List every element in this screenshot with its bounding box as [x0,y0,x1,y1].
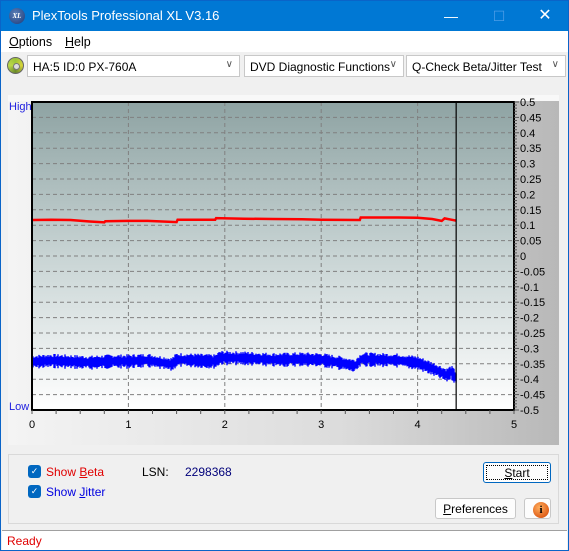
close-button[interactable]: ✕ [522,1,568,31]
y-tick-label: 0.45 [520,112,541,124]
start-button[interactable]: Start [483,462,551,483]
chevron-down-icon: ∨ [225,59,233,70]
y-tick-label: 0.05 [520,236,541,248]
app-window: XL PlexTools Professional XL V3.16 — ☐ ✕… [0,0,569,551]
y-tick-label: -0.3 [520,343,539,355]
y-tick-label: 0.3 [520,159,535,171]
minimize-button[interactable]: — [428,1,474,31]
y-tick-label: 0.5 [520,97,535,109]
y-tick-label: -0.45 [520,390,545,402]
show-jitter-checkbox[interactable]: ✓ [28,485,41,498]
beta-jitter-chart: 0.5 0.45 0.4 0.35 0.3 0.25 0.2 0.15 0.1 0.05 0 -0.0… [29,97,545,431]
menu-bar: Options Help [1,31,568,52]
lsn-value: 2298368 [185,465,232,479]
function-select[interactable]: DVD Diagnostic Functions ∨ [244,55,404,77]
test-select[interactable]: Q-Check Beta/Jitter Test ∨ [406,55,566,77]
x-tick-label: 5 [511,419,517,431]
y-tick-label: -0.4 [520,374,539,386]
drive-select[interactable]: HA:5 ID:0 PX-760A ∨ [27,55,240,77]
y-tick-label: -0.35 [520,359,545,371]
chevron-down-icon: ∨ [389,59,397,70]
toolbar: HA:5 ID:0 PX-760A ∨ DVD Diagnostic Funct… [1,52,568,80]
show-beta-label[interactable]: Show Beta [46,465,104,479]
y-tick-label: 0.2 [520,189,535,201]
x-tick-label: 1 [125,419,131,431]
show-beta-checkbox[interactable]: ✓ [28,465,41,478]
menu-options[interactable]: Options [9,35,52,49]
y-tick-label: 0.1 [520,220,535,232]
window-title: PlexTools Professional XL V3.16 [32,8,220,23]
y-tick-label: 0 [520,251,526,263]
chart-panel: High Low 0.5 0.45 0.4 0.35 0.3 0.25 0.2 0.15 0.1… [8,95,559,445]
controls-panel: ✓ Show Beta ✓ Show Jitter LSN: 2298368 S… [8,454,559,524]
y-tick-label: -0.25 [520,328,545,340]
drive-select-value: HA:5 ID:0 PX-760A [33,60,137,74]
show-jitter-label[interactable]: Show Jitter [46,485,105,499]
x-tick-label: 0 [29,419,35,431]
y-tick-label: 0.15 [520,205,541,217]
chevron-down-icon: ∨ [551,59,559,70]
y-tick-label: -0.2 [520,313,539,325]
x-tick-label: 3 [318,419,324,431]
title-bar: XL PlexTools Professional XL V3.16 — ☐ ✕ [1,1,568,31]
x-tick-label: 2 [222,419,228,431]
y-tick-label: -0.15 [520,297,545,309]
maximize-button[interactable]: ☐ [476,1,522,31]
x-tick-label: 4 [415,419,421,431]
status-bar: Ready [2,530,567,550]
y-tick-label: -0.05 [520,266,545,278]
y-tick-label: 0.25 [520,174,541,186]
app-logo-icon: XL [9,8,25,24]
info-button[interactable]: i [524,498,551,519]
preferences-button[interactable]: Preferences [435,498,516,519]
y-tick-label: 0.35 [520,143,541,155]
y-tick-label: -0.1 [520,282,539,294]
menu-help[interactable]: Help [65,35,91,49]
y-tick-label: 0.4 [520,128,535,140]
function-select-value: DVD Diagnostic Functions [250,60,391,74]
lsn-label: LSN: [142,465,169,479]
disc-icon [7,57,24,74]
status-text: Ready [7,534,42,548]
test-select-value: Q-Check Beta/Jitter Test [412,60,542,74]
y-tick-label: -0.5 [520,405,539,417]
info-icon: i [533,502,549,518]
